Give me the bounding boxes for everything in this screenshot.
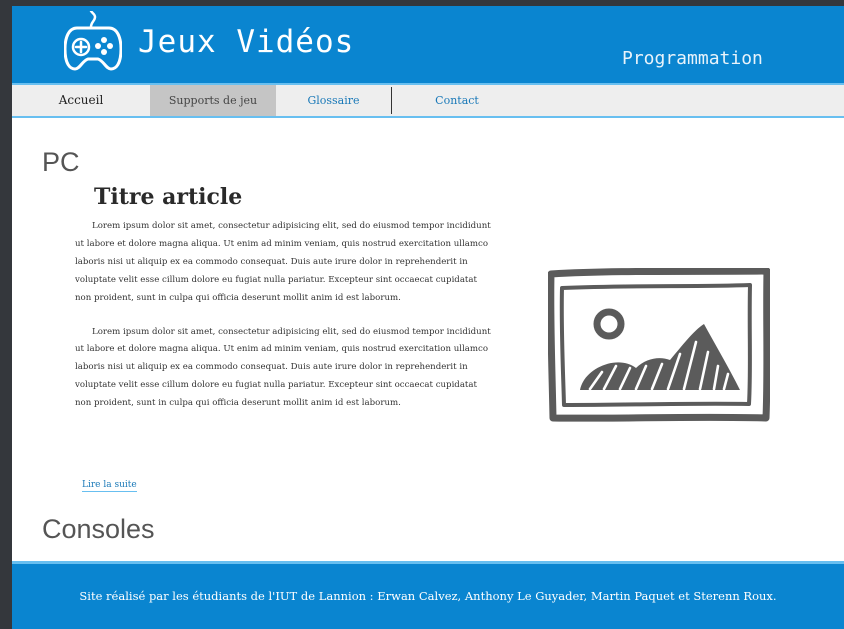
page: Jeux Vidéos Programmation Accueil Suppor… (12, 6, 844, 629)
article-paragraph: Lorem ipsum dolor sit amet, consectetur … (75, 221, 491, 303)
footer-credits: Site réalisé par les étudiants de l'IUT … (79, 589, 777, 603)
nav-item-accueil[interactable]: Accueil (12, 85, 150, 116)
site-title: Jeux Vidéos (138, 24, 355, 60)
site-footer: Site réalisé par les étudiants de l'IUT … (12, 561, 844, 629)
article-title: Titre article (94, 184, 243, 210)
section-title-consoles: Consoles (42, 514, 155, 544)
site-header: Jeux Vidéos Programmation (12, 6, 844, 83)
nav-item-glossaire[interactable]: Glossaire (276, 85, 391, 116)
article-paragraph: Lorem ipsum dolor sit amet, consectetur … (75, 326, 491, 409)
nav-item-contact[interactable]: Contact (392, 85, 522, 116)
nav-item-supports-de-jeu[interactable]: Supports de jeu (150, 85, 276, 116)
image-placeholder-icon (548, 268, 770, 422)
gamepad-icon[interactable] (64, 11, 122, 73)
article-body: Lorem ipsum dolor sit amet, consectetur … (75, 218, 495, 470)
main-nav: Accueil Supports de jeu Glossaire Contac… (12, 83, 844, 118)
section-title-pc: PC (42, 147, 80, 177)
read-more-link[interactable]: Lire la suite (82, 480, 137, 492)
header-subtitle: Programmation (622, 48, 763, 69)
